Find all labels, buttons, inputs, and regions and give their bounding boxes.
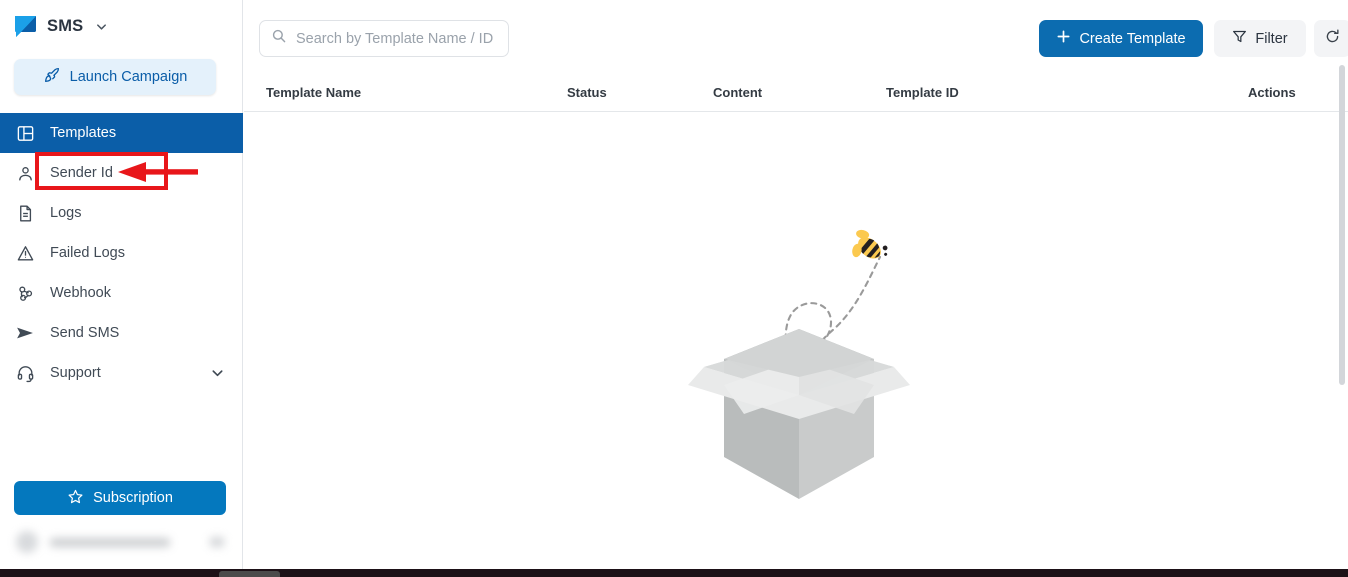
brand-title: SMS: [47, 16, 84, 35]
sidebar: SMS Launch Campaign Templates Sender Id …: [0, 0, 243, 569]
app-root: SMS Launch Campaign Templates Sender Id …: [0, 0, 1348, 577]
main-content: Search by Template Name / ID Create Temp…: [244, 0, 1348, 569]
user-icon: [14, 162, 36, 184]
warning-triangle-icon: [14, 242, 36, 264]
os-taskbar: [0, 569, 1348, 577]
sidebar-item-label: Send SMS: [50, 325, 120, 341]
subscription-button[interactable]: Subscription: [14, 481, 226, 515]
filter-button[interactable]: Filter: [1214, 20, 1306, 57]
sidebar-item-templates[interactable]: Templates: [0, 113, 243, 153]
chevron-down-icon[interactable]: [210, 366, 225, 381]
sidebar-item-label: Failed Logs: [50, 245, 125, 261]
funnel-icon: [1232, 29, 1247, 48]
column-header-content: Content: [713, 85, 763, 100]
column-header-template-id: Template ID: [886, 85, 959, 100]
document-lines-icon: [14, 202, 36, 224]
sidebar-item-sender-id[interactable]: Sender Id: [0, 153, 243, 193]
sidebar-item-label: Webhook: [50, 285, 111, 301]
empty-state: [244, 111, 1348, 569]
sidebar-item-send-sms[interactable]: Send SMS: [0, 313, 243, 353]
column-header-status: Status: [567, 85, 607, 100]
search-placeholder: Search by Template Name / ID: [296, 30, 494, 47]
profile-menu-icon: [210, 537, 224, 547]
star-icon: [67, 488, 84, 509]
speech-bubble-logo-icon: [14, 15, 37, 38]
sidebar-item-webhook[interactable]: Webhook: [0, 273, 243, 313]
sidebar-item-label: Logs: [50, 205, 82, 221]
sidebar-nav: Templates Sender Id Logs Failed Logs Web…: [0, 113, 243, 393]
sidebar-item-support[interactable]: Support: [0, 353, 243, 393]
sidebar-item-label: Support: [50, 365, 101, 381]
vertical-scrollbar[interactable]: [1339, 65, 1345, 385]
headset-icon: [14, 362, 36, 384]
plus-icon: [1056, 29, 1071, 48]
sidebar-item-failed-logs[interactable]: Failed Logs: [0, 233, 243, 273]
table-header-row: Template Name Status Content Template ID…: [244, 78, 1348, 112]
paper-plane-icon: [14, 322, 36, 344]
filter-label: Filter: [1255, 30, 1288, 47]
subscription-label: Subscription: [93, 490, 173, 506]
taskbar-window-chip[interactable]: [219, 571, 280, 577]
webhook-icon: [14, 282, 36, 304]
create-template-button[interactable]: Create Template: [1039, 20, 1203, 57]
launch-campaign-label: Launch Campaign: [69, 69, 188, 85]
refresh-button[interactable]: [1314, 20, 1348, 57]
toolbar: Search by Template Name / ID Create Temp…: [244, 0, 1348, 76]
create-template-label: Create Template: [1079, 30, 1186, 47]
launch-campaign-button[interactable]: Launch Campaign: [14, 59, 216, 95]
chevron-down-icon[interactable]: [95, 20, 108, 33]
column-header-actions: Actions: [1248, 85, 1296, 100]
open-box-with-bee-illustration: [684, 209, 914, 504]
sidebar-item-logs[interactable]: Logs: [0, 193, 243, 233]
rocket-icon: [43, 66, 61, 89]
sidebar-item-label: Templates: [50, 125, 117, 141]
search-icon: [271, 28, 287, 49]
refresh-icon: [1324, 28, 1341, 50]
brand-header[interactable]: SMS: [14, 12, 108, 40]
layout-panels-icon: [14, 122, 36, 144]
search-input[interactable]: Search by Template Name / ID: [259, 20, 509, 57]
column-header-template-name: Template Name: [266, 85, 362, 100]
sidebar-item-label: Sender Id: [50, 165, 113, 181]
user-profile-row[interactable]: [8, 524, 236, 560]
avatar-icon: [16, 531, 38, 553]
user-profile-name: [50, 537, 170, 547]
